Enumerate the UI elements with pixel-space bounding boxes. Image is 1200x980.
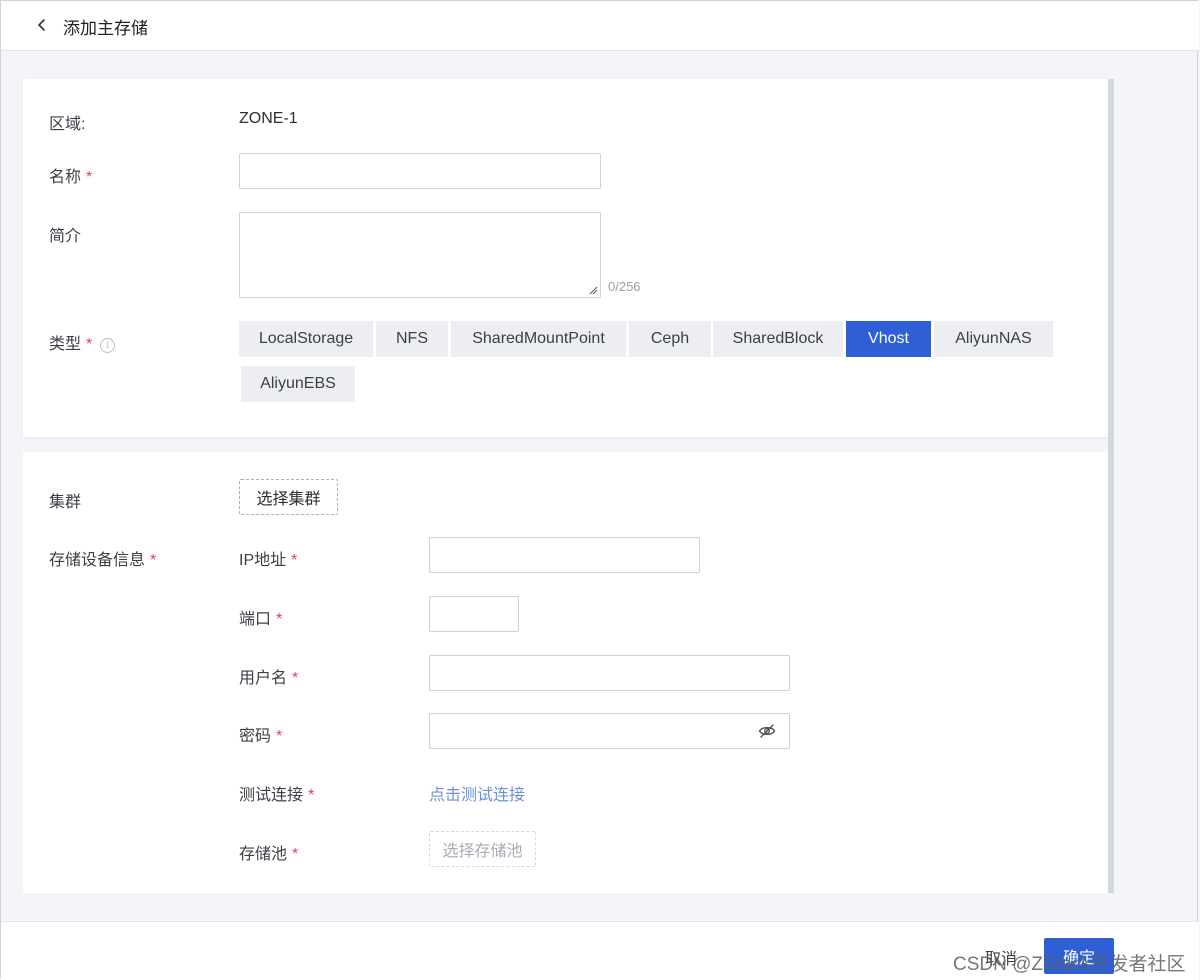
chevron-left-icon[interactable] — [31, 13, 53, 37]
required-mark: * — [276, 611, 283, 628]
type-option-vhost[interactable]: Vhost — [846, 321, 931, 357]
username-input[interactable] — [429, 655, 790, 691]
username-label-text: 用户名 — [239, 670, 288, 687]
info-icon[interactable]: i — [100, 338, 116, 353]
cluster-label: 集群 — [49, 494, 82, 511]
name-input[interactable] — [239, 153, 601, 189]
username-label: 用户名 * — [239, 664, 298, 688]
required-mark: * — [292, 846, 299, 863]
required-mark: * — [86, 169, 93, 186]
description-textarea[interactable] — [239, 212, 601, 298]
required-mark: * — [291, 552, 298, 569]
page-header: 添加主存储 — [1, 1, 1199, 51]
password-label: 密码 * — [239, 722, 282, 746]
ip-label: IP地址 * — [239, 546, 297, 570]
type-option-ceph[interactable]: Ceph — [629, 321, 711, 357]
resize-grip-icon[interactable] — [588, 285, 598, 295]
required-mark: * — [86, 336, 93, 353]
name-label: 名称 * — [49, 163, 92, 187]
required-mark: * — [150, 552, 157, 569]
type-option-sharedblock[interactable]: SharedBlock — [713, 321, 843, 357]
test-connection-label-text: 测试连接 — [239, 787, 304, 804]
port-label: 端口 * — [239, 605, 282, 629]
required-mark: * — [292, 670, 299, 687]
ip-label-text: IP地址 — [239, 552, 287, 569]
eye-off-icon[interactable] — [758, 723, 776, 739]
required-mark: * — [276, 728, 283, 745]
scrollbar-thumb[interactable] — [1108, 79, 1114, 893]
required-mark: * — [308, 787, 315, 804]
port-input[interactable] — [429, 596, 519, 632]
page-title: 添加主存储 — [63, 19, 148, 38]
type-label: 类型 * i — [49, 330, 116, 354]
type-option-sharedmountpoint[interactable]: SharedMountPoint — [451, 321, 626, 357]
select-storage-pool-button[interactable]: 选择存储池 — [429, 831, 536, 867]
type-option-nfs[interactable]: NFS — [376, 321, 448, 357]
type-label-text: 类型 — [49, 336, 82, 353]
password-input[interactable] — [429, 713, 790, 749]
type-option-aliyunnas[interactable]: AliyunNAS — [934, 321, 1053, 357]
description-counter: 0/256 — [608, 279, 641, 294]
zone-value: ZONE-1 — [239, 110, 298, 127]
type-option-aliyunebs[interactable]: AliyunEBS — [241, 366, 355, 402]
ip-address-input[interactable] — [429, 537, 700, 573]
type-option-localstorage[interactable]: LocalStorage — [239, 321, 373, 357]
zone-label: 区域: — [49, 116, 86, 133]
name-label-text: 名称 — [49, 169, 82, 186]
storage-pool-label: 存储池 * — [239, 840, 298, 864]
description-label: 简介 — [49, 228, 82, 245]
test-connection-link[interactable]: 点击测试连接 — [429, 781, 525, 805]
port-label-text: 端口 — [239, 611, 272, 628]
storage-device-label: 存储设备信息 * — [49, 546, 156, 570]
select-cluster-button[interactable]: 选择集群 — [239, 479, 338, 515]
storage-pool-label-text: 存储池 — [239, 846, 288, 863]
storage-device-label-text: 存储设备信息 — [49, 552, 146, 569]
test-connection-label: 测试连接 * — [239, 781, 314, 805]
watermark: CSDN @ZStack开发者社区 — [953, 954, 1186, 975]
password-label-text: 密码 — [239, 728, 272, 745]
